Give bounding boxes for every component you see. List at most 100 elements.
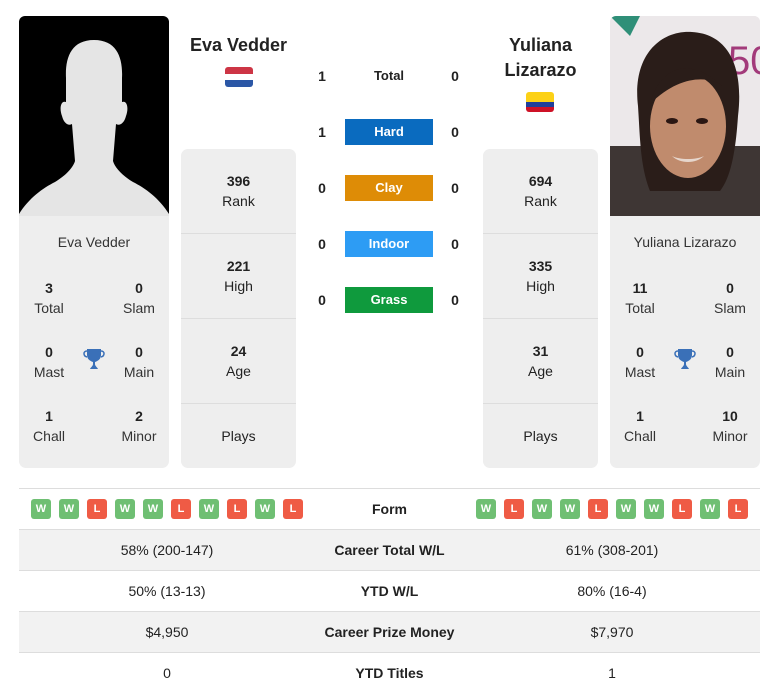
value: 31: [532, 343, 549, 359]
form-win-badge[interactable]: W: [616, 499, 636, 519]
row-label: YTD W/L: [360, 583, 419, 599]
form-loss-badge[interactable]: L: [728, 499, 748, 519]
h2h-indoor-row: 0 Indoor 0: [310, 231, 470, 257]
h2h-p1-value: 0: [318, 236, 326, 252]
form-win-badge[interactable]: W: [700, 499, 720, 519]
value: 0: [726, 280, 734, 296]
player-portrait-icon: 50: [610, 16, 760, 216]
player1-photo: [19, 16, 169, 216]
form-win-badge[interactable]: W: [31, 499, 51, 519]
form-loss-badge[interactable]: L: [227, 499, 247, 519]
form-win-badge[interactable]: W: [199, 499, 219, 519]
player1-rank: 396 Rank: [181, 149, 296, 234]
player1-titles-card: Eva Vedder 3 Total 0 Slam 0 Mast 0 Main …: [19, 216, 169, 468]
label: Minor: [121, 428, 157, 444]
h2h-clay-row: 0 Clay 0: [310, 175, 470, 201]
form-loss-badge[interactable]: L: [504, 499, 524, 519]
h2h-p1-value: 1: [318, 124, 326, 140]
h2h-p2-value: 0: [451, 236, 459, 252]
form-win-badge[interactable]: W: [143, 499, 163, 519]
value: 396: [226, 173, 251, 189]
trophy-icon: [672, 346, 698, 372]
value: 10: [722, 408, 738, 424]
form-win-badge[interactable]: W: [255, 499, 275, 519]
player2-total-titles: 11 Total: [610, 278, 670, 318]
colombia-flag-icon: [526, 92, 554, 112]
player1-high: 221 High: [181, 234, 296, 319]
form-loss-badge[interactable]: L: [672, 499, 692, 519]
row-label: YTD Titles: [355, 665, 424, 681]
player1-value: 50% (13-13): [128, 583, 206, 599]
value: 0: [636, 344, 644, 360]
player2-card-name: Yuliana Lizarazo: [633, 234, 737, 250]
player2-high: 335 High: [483, 234, 598, 319]
table-row: 0 YTD Titles 1: [19, 652, 760, 693]
player1-card-name: Eva Vedder: [57, 234, 131, 250]
player1-chall-titles: 1 Chall: [19, 406, 79, 446]
player1-value: 58% (200-147): [120, 542, 214, 558]
form-loss-badge[interactable]: L: [283, 499, 303, 519]
h2h-hard-row: 1 Hard 0: [310, 119, 470, 145]
form-win-badge[interactable]: W: [532, 499, 552, 519]
label: Slam: [123, 300, 155, 316]
h2h-grass-row: 0 Grass 0: [310, 287, 470, 313]
trophy-icon: [81, 346, 107, 372]
player2-rank: 694 Rank: [483, 149, 598, 234]
h2h-total-row: 1 Total 0: [310, 63, 470, 89]
form-loss-badge[interactable]: L: [87, 499, 107, 519]
h2h-p2-value: 0: [451, 180, 459, 196]
label: Age: [226, 363, 251, 379]
h2h-p2-value: 0: [451, 68, 459, 84]
form-win-badge[interactable]: W: [560, 499, 580, 519]
form-loss-badge[interactable]: L: [171, 499, 191, 519]
label: Mast: [624, 364, 656, 380]
player2-name-link[interactable]: Yuliana Lizarazo: [483, 33, 598, 83]
h2h-total-label: Total: [373, 68, 405, 83]
player1-total-titles: 3 Total: [19, 278, 79, 318]
player2-minor-titles: 10 Minor: [700, 406, 760, 446]
form-win-badge[interactable]: W: [644, 499, 664, 519]
player2-chall-titles: 1 Chall: [610, 406, 670, 446]
player1-plays: Plays: [181, 404, 296, 468]
player1-name-link[interactable]: Eva Vedder: [181, 33, 296, 58]
h2h-p2-value: 0: [451, 124, 459, 140]
form-win-badge[interactable]: W: [476, 499, 496, 519]
value: 335: [528, 258, 553, 274]
value: 24: [230, 343, 247, 359]
silhouette-icon: [19, 40, 169, 216]
surface-grass-button[interactable]: Grass: [345, 287, 433, 313]
label: Total: [625, 300, 655, 316]
player1-slam-titles: 0 Slam: [109, 278, 169, 318]
player1-value: $4,950: [145, 624, 189, 640]
player1-main-titles: 0 Main: [109, 342, 169, 382]
player2-titles-card: Yuliana Lizarazo 11 Total 0 Slam 0 Mast …: [610, 216, 760, 468]
h2h-p1-value: 0: [318, 292, 326, 308]
player1-value: 0: [163, 665, 171, 681]
value: 1: [45, 408, 53, 424]
label: Rank: [524, 193, 557, 209]
form-win-badge[interactable]: W: [59, 499, 79, 519]
h2h-p2-value: 0: [451, 292, 459, 308]
table-row: $4,950 Career Prize Money $7,970: [19, 611, 760, 652]
value: 11: [632, 280, 648, 296]
label: Mast: [33, 364, 65, 380]
form-loss-badge[interactable]: L: [588, 499, 608, 519]
surface-clay-button[interactable]: Clay: [345, 175, 433, 201]
form-win-badge[interactable]: W: [115, 499, 135, 519]
player1-stats-panel: 396 Rank 221 High 24 Age Plays: [181, 149, 296, 468]
surface-indoor-button[interactable]: Indoor: [345, 231, 433, 257]
player2-name-line1: Yuliana: [508, 35, 573, 55]
row-label: Form: [372, 501, 407, 517]
player1-age: 24 Age: [181, 319, 296, 404]
value: 3: [45, 280, 53, 296]
label: Plays: [221, 428, 256, 444]
surface-hard-button[interactable]: Hard: [345, 119, 433, 145]
label: Slam: [714, 300, 746, 316]
player2-stats-panel: 694 Rank 335 High 31 Age Plays: [483, 149, 598, 468]
player2-slam-titles: 0 Slam: [700, 278, 760, 318]
value: 1: [636, 408, 644, 424]
player2-mast-titles: 0 Mast: [610, 342, 670, 382]
value: 0: [135, 280, 143, 296]
label: Age: [528, 363, 553, 379]
table-row: 58% (200-147) Career Total W/L 61% (308-…: [19, 529, 760, 570]
